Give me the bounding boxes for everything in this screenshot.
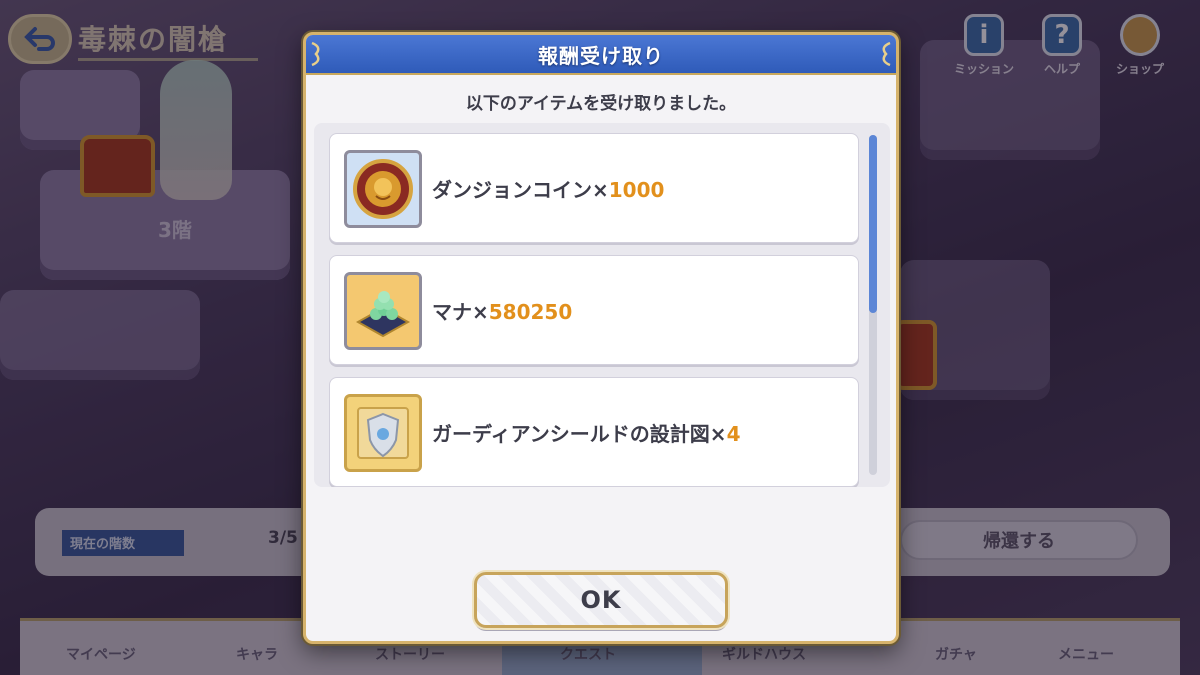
reward-quantity: 580250 <box>488 300 573 324</box>
reward-list[interactable]: ダンジョンコイン×1000 マナ×580250 ガーディアンシールドの設計図×4 <box>314 123 890 487</box>
guardian-shield-blueprint-icon <box>344 394 422 472</box>
dungeon-coin-icon <box>344 150 422 228</box>
dialog-title: 報酬受け取り <box>538 43 664 68</box>
ornament-icon <box>878 41 892 67</box>
dialog-header: 報酬受け取り <box>306 35 896 75</box>
reward-quantity: 1000 <box>608 178 665 202</box>
reward-name: ダンジョンコイン× <box>432 178 609 202</box>
reward-item: マナ×580250 <box>329 255 859 365</box>
reward-text: ガーディアンシールドの設計図×4 <box>432 418 740 447</box>
reward-name: マナ× <box>432 300 489 324</box>
reward-name: ガーディアンシールドの設計図× <box>432 422 727 446</box>
reward-text: マナ×580250 <box>432 296 572 325</box>
reward-text: ダンジョンコイン×1000 <box>432 174 664 203</box>
reward-dialog: 報酬受け取り 以下のアイテムを受け取りました。 ダンジョンコイン×1000 マナ… <box>303 32 899 644</box>
ok-button[interactable]: OK <box>474 572 728 628</box>
mana-icon <box>344 272 422 350</box>
ornament-icon <box>310 41 324 67</box>
scrollbar-thumb[interactable] <box>869 135 877 313</box>
dialog-message: 以下のアイテムを受け取りました。 <box>465 94 737 114</box>
reward-quantity: 4 <box>726 422 741 446</box>
reward-item: ダンジョンコイン×1000 <box>329 133 859 243</box>
ok-button-label: OK <box>580 586 622 614</box>
reward-item: ガーディアンシールドの設計図×4 <box>329 377 859 487</box>
